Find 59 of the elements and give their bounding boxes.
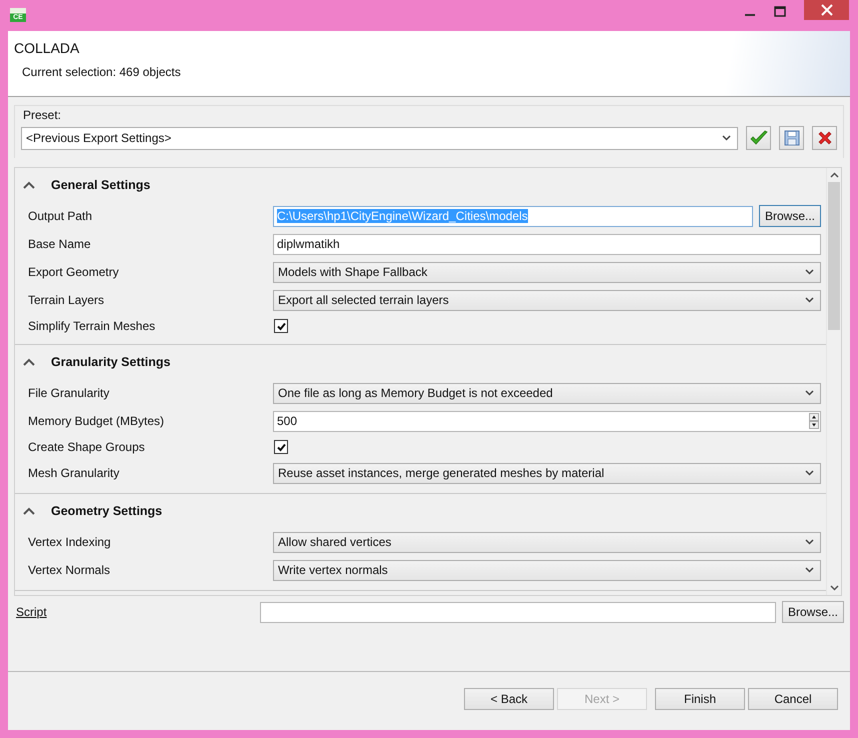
field-label: Mesh Granularity xyxy=(28,466,120,480)
field-label: Output Path xyxy=(28,209,94,223)
wizard-button[interactable]: < Back xyxy=(464,688,554,710)
chevron-icon xyxy=(805,269,814,275)
selection-text: Current selection: 469 objects xyxy=(22,65,182,79)
scrollbar[interactable] xyxy=(826,168,841,595)
delete-x-icon xyxy=(816,130,832,146)
wizard-button[interactable]: Finish xyxy=(655,688,745,710)
caret-icon[interactable] xyxy=(23,358,35,366)
chevron-icon xyxy=(722,135,731,141)
checkmark-icon xyxy=(750,130,768,146)
script-field[interactable] xyxy=(260,602,776,622)
chevron-icon xyxy=(805,390,814,396)
spin-down-icon[interactable] xyxy=(809,421,819,429)
field-label: Simplify Terrain Meshes xyxy=(28,319,156,333)
caret-icon[interactable] xyxy=(23,507,35,515)
number-field[interactable]: 500 xyxy=(273,410,821,432)
section-title[interactable]: Geometry Settings xyxy=(51,504,162,518)
wizard-button[interactable]: Cancel xyxy=(748,688,838,710)
delete-button[interactable] xyxy=(812,126,837,150)
close-button[interactable] xyxy=(804,0,849,20)
dropdown[interactable]: Reuse asset instances, merge generated meshes by material xyxy=(273,462,821,484)
field-label: Vertex Normals xyxy=(28,563,112,577)
scroll-up-icon[interactable] xyxy=(830,172,838,178)
field-label: Terrain Layers xyxy=(28,293,106,307)
caret-icon[interactable] xyxy=(23,181,35,189)
field-label: Base Name xyxy=(28,237,92,251)
preset-dropdown[interactable]: <Previous Export Settings> xyxy=(21,126,738,150)
field-label: Vertex Indexing xyxy=(28,535,112,549)
field-label: Memory Budget (MBytes) xyxy=(28,414,166,428)
browse-button[interactable]: Browse... xyxy=(758,205,821,227)
dropdown[interactable]: Allow shared vertices xyxy=(273,532,821,552)
dropdown[interactable]: Export all selected terrain layers xyxy=(273,290,821,310)
close-icon xyxy=(820,4,832,16)
checkbox[interactable] xyxy=(274,319,288,333)
scroll-thumb[interactable] xyxy=(828,182,840,330)
spin-up-icon[interactable] xyxy=(809,413,819,421)
chevron-icon xyxy=(805,470,814,476)
chevron-icon xyxy=(805,567,814,573)
dropdown[interactable]: Models with Shape Fallback xyxy=(273,262,821,282)
scroll-down-icon[interactable] xyxy=(830,585,838,591)
maximize-icon[interactable] xyxy=(774,6,786,18)
preset-label: Preset: xyxy=(23,108,62,122)
dropdown[interactable]: Write vertex normals xyxy=(273,560,821,580)
field-label: File Granularity xyxy=(28,386,110,400)
section-title[interactable]: General Settings xyxy=(51,178,150,192)
page-title: COLLADA xyxy=(14,40,80,56)
chevron-icon xyxy=(805,539,814,545)
field-label: Export Geometry xyxy=(28,265,120,279)
browse-button[interactable]: Browse... xyxy=(782,601,844,623)
chevron-icon xyxy=(805,297,814,303)
save-button[interactable] xyxy=(779,126,804,150)
section-title[interactable]: Granularity Settings xyxy=(51,355,170,369)
text-field[interactable]: diplwmatikh xyxy=(273,234,821,254)
dropdown[interactable]: One file as long as Memory Budget is not exceeded xyxy=(273,382,821,404)
apply-button[interactable] xyxy=(746,126,771,150)
script-link[interactable]: Script xyxy=(16,605,260,619)
checkbox[interactable] xyxy=(274,440,288,454)
field-label: Create Shape Groups xyxy=(28,440,146,454)
